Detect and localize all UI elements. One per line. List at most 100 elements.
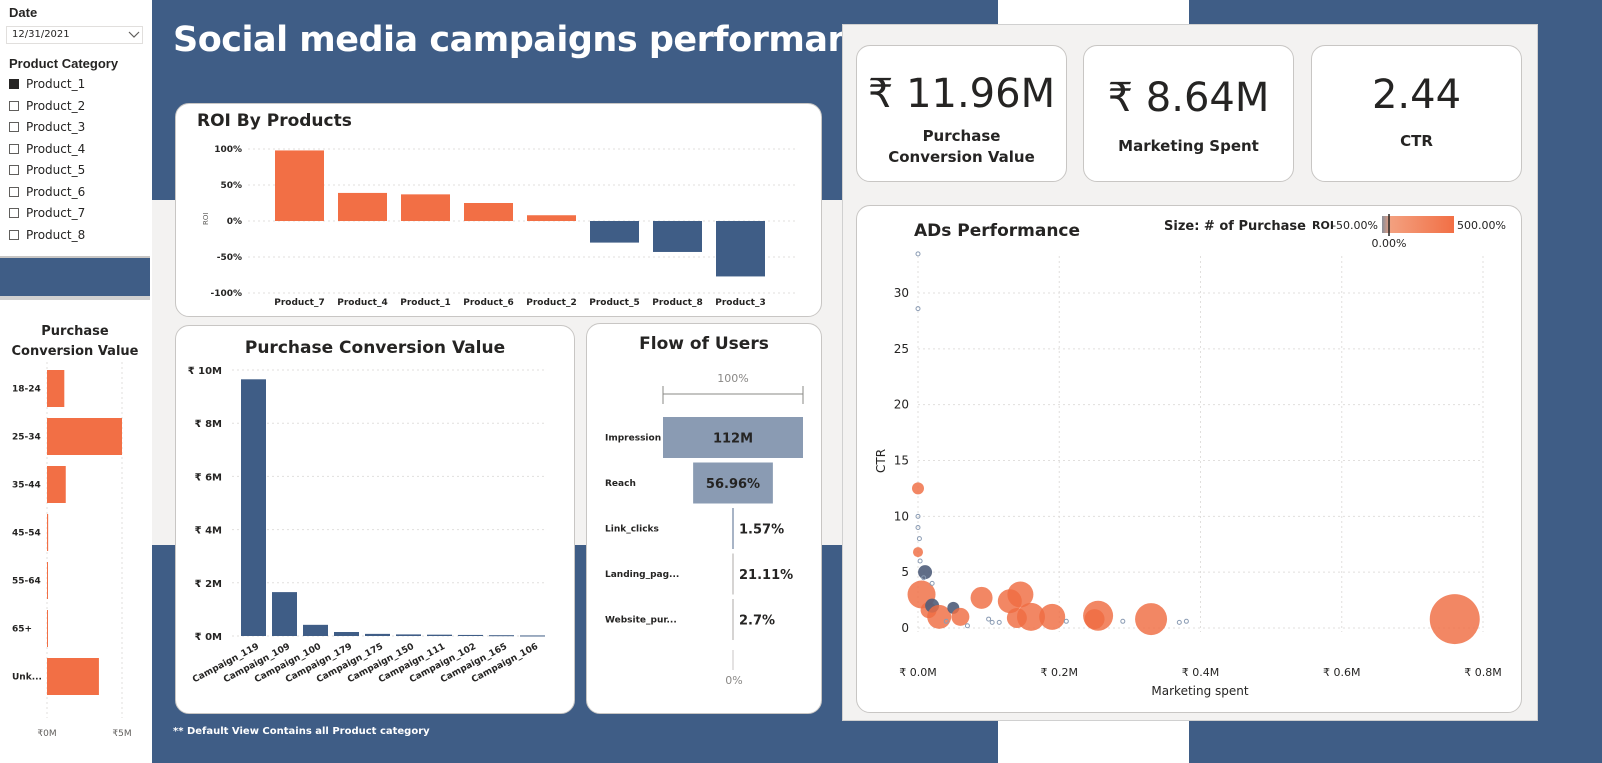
- roi-legend-min: -50.00%: [1332, 219, 1378, 232]
- checkbox-icon[interactable]: [9, 122, 19, 132]
- roi-legend-bar: [1382, 216, 1454, 233]
- product-option-label: Product_3: [26, 120, 86, 134]
- campaign-bar: [334, 632, 359, 636]
- funnel-value: 112M: [713, 432, 753, 447]
- campaign-bar: [427, 634, 452, 636]
- roi-category-label: Product_7: [274, 298, 324, 308]
- roi-category-label: Product_5: [589, 298, 639, 308]
- age-chart: 18-24 25-34 35-44 45-54 55-64 65+ Unk... ₹0M ₹5M: [12, 362, 132, 739]
- product-option[interactable]: Product_3: [9, 120, 85, 134]
- product-option[interactable]: Product_2: [9, 99, 85, 113]
- roi-bar: [464, 203, 513, 221]
- age-category-label: 18-24: [12, 385, 41, 395]
- campaign-y-tick: ₹ 4M: [195, 526, 222, 537]
- roi-category-label: Product_2: [526, 298, 576, 308]
- ads-point: [1183, 618, 1189, 624]
- ads-point: [913, 547, 923, 558]
- roi-category-label: Product_1: [400, 298, 450, 308]
- kpi-marketing-value: ₹ 8.64M: [1107, 75, 1270, 121]
- roi-bar: [275, 150, 324, 221]
- ads-x-axis-label: Marketing spent: [1151, 684, 1248, 698]
- roi-bar: [716, 221, 765, 277]
- ads-point: [912, 482, 924, 495]
- flow-chart: 100% Impression 112M Reach 56.96% Link_clicks…: [605, 372, 804, 687]
- checkbox-icon[interactable]: [9, 100, 19, 111]
- roi-bar: [590, 221, 639, 243]
- roi-category-label: Product_6: [463, 298, 513, 308]
- product-option[interactable]: Product_6: [9, 185, 85, 199]
- age-category-label: 25-34: [12, 433, 41, 443]
- ads-x-tick: ₹ 0.4M: [1182, 666, 1219, 679]
- footnote: ** Default View Contains all Product cat…: [173, 726, 430, 737]
- kpi-purchase-label: Purchase Conversion Value: [888, 127, 1035, 166]
- campaign-card: Purchase Conversion Value ₹ 10M ₹ 8M ₹ 6M ₹…: [175, 325, 575, 714]
- ads-x-tick: ₹ 0.8M: [1464, 666, 1501, 679]
- age-chart-panel: Purchase Conversion Value 18-24 25-34 35-4…: [0, 300, 150, 763]
- kpi-ctr-label: CTR: [1400, 132, 1433, 150]
- roi-y-tick: -50%: [217, 253, 242, 263]
- product-option[interactable]: Product_8: [9, 228, 85, 242]
- campaign-y-tick: ₹ 2M: [195, 579, 222, 590]
- ads-point: [1063, 618, 1069, 624]
- kpi-card-purchase: ₹ 11.96M Purchase Conversion Value: [856, 45, 1067, 182]
- age-category-label: Unk...: [12, 673, 42, 683]
- ads-y-tick: 30: [894, 286, 909, 300]
- product-option-label: Product_7: [26, 206, 86, 220]
- checkbox-icon[interactable]: [9, 165, 19, 175]
- product-option[interactable]: Product_4: [9, 142, 85, 156]
- funnel-top-bracket: [662, 386, 804, 404]
- product-option-label: Product_2: [26, 98, 86, 113]
- kpi-card-marketing: ₹ 8.64M Marketing Spent: [1083, 45, 1294, 182]
- age-bar: [47, 562, 48, 599]
- ads-point: [986, 616, 992, 622]
- age-bar: [47, 466, 66, 503]
- ads-point: [917, 558, 923, 564]
- roi-y-axis-label: ROI: [202, 213, 210, 225]
- ads-point: [1039, 603, 1066, 630]
- checkbox-icon[interactable]: [9, 186, 19, 197]
- ads-y-tick: 15: [894, 454, 909, 468]
- ads-point: [916, 536, 922, 542]
- product-option[interactable]: Product_1: [9, 77, 85, 91]
- ads-y-tick: 20: [894, 398, 909, 412]
- campaign-bar: [458, 634, 483, 636]
- product-option[interactable]: Product_5: [9, 163, 85, 177]
- roi-category-label: Product_3: [715, 298, 765, 308]
- age-x-tick: ₹0M: [37, 729, 56, 739]
- kpi-card-ctr: 2.44 CTR: [1311, 45, 1522, 182]
- roi-y-tick: -100%: [210, 289, 242, 299]
- roi-bar: [338, 192, 387, 221]
- checkbox-icon[interactable]: [9, 143, 19, 154]
- date-dropdown[interactable]: 12/31/2021: [6, 26, 143, 44]
- funnel-stage-label: Landing_pag...: [605, 570, 679, 580]
- dashboard-title: Social media campaigns performance: [173, 20, 896, 60]
- ads-point: [989, 619, 995, 625]
- date-value: 12/31/2021: [12, 29, 70, 40]
- campaign-y-tick: ₹ 8M: [195, 419, 222, 430]
- age-bar: [47, 610, 48, 647]
- campaign-bar: [365, 633, 390, 636]
- checkbox-icon[interactable]: [9, 229, 19, 240]
- checkbox-icon[interactable]: [9, 79, 19, 89]
- product-option[interactable]: Product_7: [9, 206, 85, 220]
- funnel-stage-label: Reach: [605, 479, 636, 489]
- campaign-bar: [396, 634, 421, 636]
- slicer-panel: Date 12/31/2021 Product Category Product…: [0, 0, 150, 258]
- date-label: Date: [9, 5, 38, 20]
- roi-bar: [653, 221, 702, 252]
- product-option-label: Product_6: [26, 184, 86, 199]
- roi-bar: [401, 194, 450, 221]
- funnel-stage-label: Impression: [605, 434, 661, 444]
- checkbox-icon[interactable]: [9, 208, 19, 218]
- age-x-tick: ₹5M: [112, 729, 131, 739]
- ads-y-axis-label: CTR: [874, 449, 888, 473]
- funnel-stage-label: Link_clicks: [605, 525, 659, 535]
- funnel-value: 56.96%: [706, 477, 760, 492]
- product-category-label: Product Category: [9, 56, 119, 71]
- roi-legend-max: 500.00%: [1457, 219, 1506, 232]
- white-gap-strip: [998, 0, 1189, 24]
- ads-point: [970, 586, 993, 609]
- ads-point: [964, 623, 970, 629]
- campaign-chart: ₹ 10M₹ 8M₹ 6M₹ 4M₹ 2M₹ 0MCampaign_119Cam…: [188, 366, 546, 685]
- product-option-label: Product_4: [26, 141, 86, 156]
